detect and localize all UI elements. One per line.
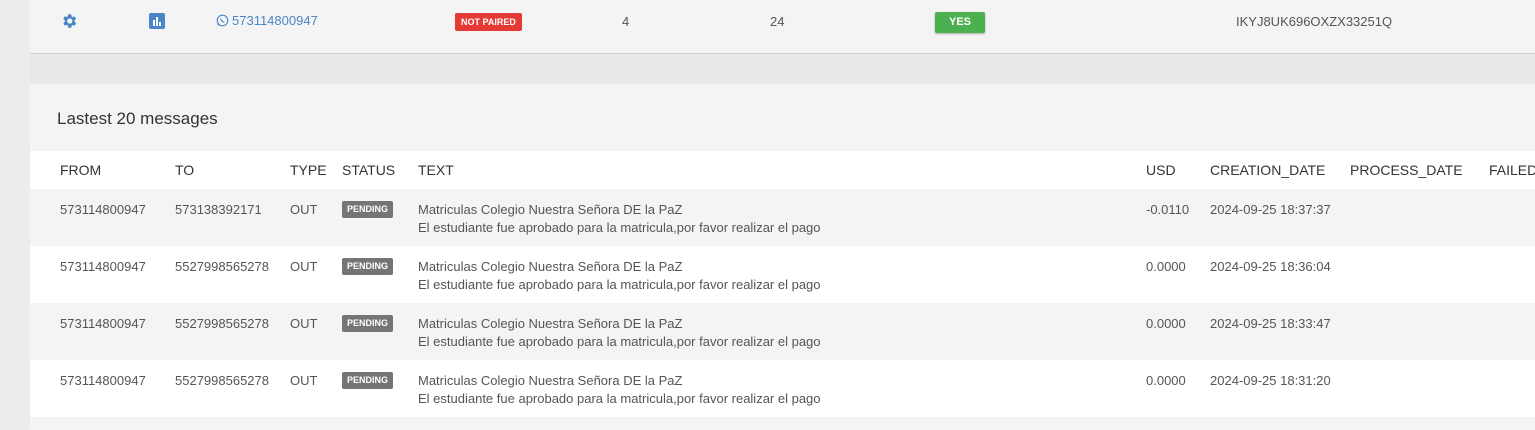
cell-to: 5527998565278	[175, 373, 269, 388]
phone-number[interactable]: 573114800947	[232, 13, 318, 28]
table-row: 573114800947 5527998565278 OUT PENDING M…	[30, 246, 1535, 303]
cell-type: OUT	[290, 316, 318, 331]
panel-title: Lastest 20 messages	[57, 109, 218, 128]
text-line-1: Matriculas Colegio Nuestra Señora DE la …	[418, 259, 683, 274]
col-creation-date: CREATION_DATE	[1210, 162, 1326, 178]
text-line-2: El estudiante fue aprobado para la matri…	[418, 220, 821, 235]
cell-creation-date: 2024-09-25 18:36:04	[1210, 259, 1331, 274]
cell-type: OUT	[290, 259, 318, 274]
cell-text: Matriculas Colegio Nuestra Señora DE la …	[418, 201, 821, 237]
cell-usd: 0.0000	[1146, 259, 1186, 274]
col-status: STATUS	[342, 162, 396, 178]
device-row: 573114800947 NOT PAIRED 4 24 YES IKYJ8UK…	[30, 0, 1535, 54]
cell-usd: -0.0110	[1146, 202, 1190, 217]
messages-panel: Lastest 20 messages FROM TO TYPE STATUS …	[30, 84, 1535, 430]
cell-text: Matriculas Colegio Nuestra Señora DE la …	[418, 372, 821, 408]
cell-from: 573114800947	[60, 202, 146, 217]
active-badge[interactable]: YES	[935, 12, 985, 33]
col-failed: FAILED_	[1489, 162, 1535, 178]
col-to: TO	[175, 162, 195, 178]
text-line-2: El estudiante fue aprobado para la matri…	[418, 391, 821, 406]
status-badge: PENDING	[342, 258, 394, 275]
chart-icon[interactable]	[149, 13, 165, 29]
col-from: FROM	[60, 162, 102, 178]
paired-status-badge: NOT PAIRED	[455, 13, 522, 31]
count-b: 24	[770, 14, 785, 29]
cell-to: 5527998565278	[175, 316, 269, 331]
col-type: TYPE	[290, 162, 327, 178]
text-line-2: El estudiante fue aprobado para la matri…	[418, 334, 821, 349]
text-line-1: Matriculas Colegio Nuestra Señora DE la …	[418, 373, 683, 388]
gear-icon[interactable]	[60, 12, 78, 30]
cell-creation-date: 2024-09-25 18:33:47	[1210, 316, 1331, 331]
cell-type: OUT	[290, 202, 318, 217]
col-process-date: PROCESS_DATE	[1350, 162, 1463, 178]
cell-usd: 0.0000	[1146, 373, 1186, 388]
cell-text: Matriculas Colegio Nuestra Señora DE la …	[418, 258, 821, 294]
cell-to: 5527998565278	[175, 259, 269, 274]
table-row: 573114800947 573138392171 OUT PENDING Ma…	[30, 189, 1535, 246]
cell-from: 573114800947	[60, 259, 146, 274]
status-badge: PENDING	[342, 372, 394, 389]
cell-from: 573114800947	[60, 316, 146, 331]
status-badge: PENDING	[342, 201, 394, 218]
table-header: FROM TO TYPE STATUS TEXT USD CREATION_DA…	[30, 151, 1535, 189]
status-badge: PENDING	[342, 315, 394, 332]
table-row: 573114800947 5527998565278 OUT PENDING M…	[30, 360, 1535, 417]
table-row: 573114800947 5527998565278 OUT PENDING M…	[30, 303, 1535, 360]
text-line-1: Matriculas Colegio Nuestra Señora DE la …	[418, 202, 683, 217]
count-a: 4	[622, 14, 630, 29]
text-line-2: El estudiante fue aprobado para la matri…	[418, 277, 821, 292]
text-line-1: Matriculas Colegio Nuestra Señora DE la …	[418, 316, 683, 331]
cell-creation-date: 2024-09-25 18:37:37	[1210, 202, 1331, 217]
token-value: IKYJ8UK696OXZX33251Q	[1236, 14, 1393, 29]
cell-usd: 0.0000	[1146, 316, 1186, 331]
cell-creation-date: 2024-09-25 18:31:20	[1210, 373, 1331, 388]
col-text: TEXT	[418, 162, 454, 178]
cell-to: 573138392171	[175, 202, 262, 217]
left-gutter	[0, 0, 30, 430]
cell-text: Matriculas Colegio Nuestra Señora DE la …	[418, 315, 821, 351]
cell-type: OUT	[290, 373, 318, 388]
col-usd: USD	[1146, 162, 1176, 178]
phone-link[interactable]: 573114800947	[216, 13, 318, 28]
whatsapp-icon	[216, 14, 229, 27]
cell-from: 573114800947	[60, 373, 146, 388]
